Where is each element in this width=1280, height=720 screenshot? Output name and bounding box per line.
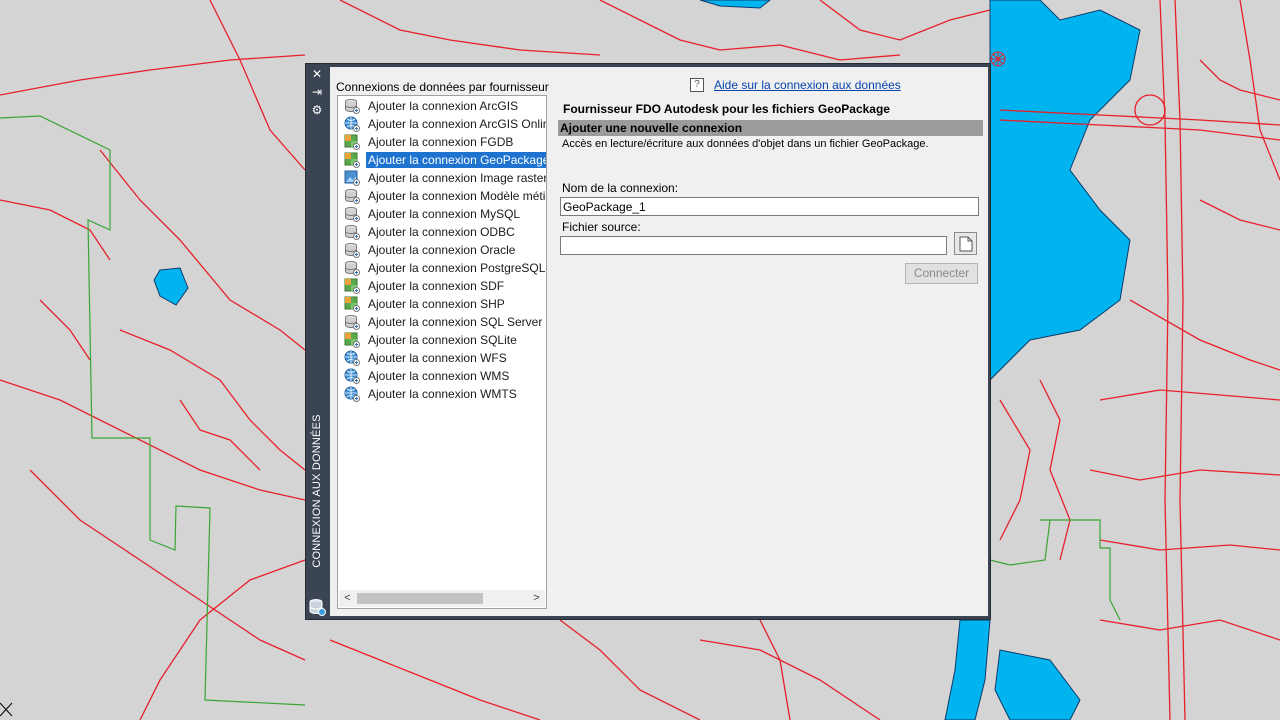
globe-icon — [344, 386, 360, 402]
list-item-label: Ajouter la connexion WMS — [368, 369, 510, 383]
list-item[interactable]: Ajouter la connexion Oracle — [340, 241, 546, 259]
list-item[interactable]: Ajouter la connexion ODBC — [340, 223, 546, 241]
list-item[interactable]: Ajouter la connexion ArcGIS — [340, 97, 546, 115]
list-item[interactable]: Ajouter la connexion GeoPackage — [340, 151, 546, 169]
list-item[interactable]: Ajouter la connexion SQL Server Spatial — [340, 313, 546, 331]
list-item[interactable]: Ajouter la connexion WMTS — [340, 385, 546, 403]
list-item-label: Ajouter la connexion WMTS — [368, 387, 517, 401]
db-server-icon — [345, 189, 360, 204]
browse-file-button[interactable] — [954, 232, 977, 255]
list-item-label: Ajouter la connexion GeoPackage — [366, 152, 546, 168]
section-header: Ajouter une nouvelle connexion — [558, 120, 983, 136]
list-item[interactable]: Ajouter la connexion MySQL — [340, 205, 546, 223]
provider-list-caption: Connexions de données par fournisseur — [336, 80, 549, 94]
help-link[interactable]: Aide sur la connexion aux données — [714, 78, 901, 92]
raster-file-icon — [344, 332, 360, 348]
data-connect-palette: ✕ ⇥ ⚙ CONNEXION AUX DONNÉES Connexions d… — [305, 63, 991, 620]
provider-list[interactable]: Ajouter la connexion ArcGIS Ajouter la co… — [337, 95, 547, 609]
list-item-label: Ajouter la connexion ODBC — [368, 225, 515, 239]
db-server-icon — [345, 99, 360, 114]
palette-title: CONNEXION AUX DONNÉES — [311, 414, 323, 568]
provider-title: Fournisseur FDO Autodesk pour les fichie… — [563, 102, 890, 116]
list-item-label: Ajouter la connexion Oracle — [368, 243, 516, 257]
scroll-right-arrow-icon[interactable]: > — [528, 590, 545, 607]
palette-titlebar[interactable]: ✕ ⇥ ⚙ CONNEXION AUX DONNÉES — [306, 64, 328, 619]
list-item[interactable]: Ajouter la connexion SQLite — [340, 331, 546, 349]
list-item[interactable]: Ajouter la connexion Modèle métier — [340, 187, 546, 205]
autohide-icon[interactable]: ⇥ — [309, 84, 325, 100]
list-item[interactable]: Ajouter la connexion WFS — [340, 349, 546, 367]
list-item-label: Ajouter la connexion SQLite — [368, 333, 517, 347]
db-server-icon — [345, 261, 360, 276]
db-server-icon — [345, 225, 360, 240]
source-file-input[interactable] — [560, 236, 947, 255]
raster-file-icon — [344, 278, 360, 294]
list-item-label: Ajouter la connexion ArcGIS — [368, 99, 519, 113]
list-item-label: Ajouter la connexion MySQL — [368, 207, 521, 221]
db-server-icon — [345, 207, 360, 222]
globe-icon — [344, 368, 360, 384]
raster-file-icon — [344, 134, 360, 150]
globe-icon — [344, 116, 360, 132]
connect-button[interactable]: Connecter — [905, 263, 978, 284]
list-item[interactable]: Ajouter la connexion Image raster — [340, 169, 546, 187]
list-item-label: Ajouter la connexion SDF — [368, 279, 505, 293]
db-server-icon — [345, 243, 360, 258]
globe-icon — [344, 350, 360, 366]
help-row: ? Aide sur la connexion aux données — [690, 77, 901, 92]
file-icon — [959, 236, 973, 252]
list-item-label: Ajouter la connexion Image raster — [368, 171, 546, 185]
provider-list-items: Ajouter la connexion ArcGIS Ajouter la co… — [340, 97, 546, 403]
list-item-label: Ajouter la connexion SHP — [368, 297, 505, 311]
list-item[interactable]: Ajouter la connexion ArcGIS Online — [340, 115, 546, 133]
scroll-left-arrow-icon[interactable]: < — [339, 590, 356, 607]
scrollbar-thumb[interactable] — [357, 593, 483, 604]
list-item-label: Ajouter la connexion SQL Server Spatial — [368, 315, 546, 329]
source-file-label: Fichier source: — [562, 220, 641, 234]
close-icon[interactable]: ✕ — [309, 66, 325, 82]
list-item[interactable]: Ajouter la connexion SHP — [340, 295, 546, 313]
help-icon[interactable]: ? — [690, 77, 704, 92]
raster-file-icon — [344, 296, 360, 312]
list-item[interactable]: Ajouter la connexion PostgreSQL — [340, 259, 546, 277]
connection-name-label: Nom de la connexion: — [562, 181, 679, 195]
connection-name-input[interactable] — [560, 197, 979, 216]
db-server-icon — [345, 315, 360, 330]
database-icon — [309, 599, 326, 616]
horizontal-scrollbar[interactable]: < > — [339, 590, 545, 607]
provider-description: Accès en lecture/écriture aux données d'… — [562, 138, 929, 150]
list-item-label: Ajouter la connexion Modèle métier — [368, 189, 546, 203]
image-raster-icon — [344, 170, 360, 186]
list-item-label: Ajouter la connexion FGDB — [368, 135, 514, 149]
list-item[interactable]: Ajouter la connexion FGDB — [340, 133, 546, 151]
list-item[interactable]: Ajouter la connexion WMS — [340, 367, 546, 385]
list-item-label: Ajouter la connexion PostgreSQL — [368, 261, 546, 275]
section-title: Ajouter une nouvelle connexion — [560, 121, 743, 135]
list-item[interactable]: Ajouter la connexion SDF — [340, 277, 546, 295]
list-item-label: Ajouter la connexion ArcGIS Online — [368, 117, 546, 131]
raster-file-icon — [344, 152, 360, 168]
properties-icon[interactable]: ⚙ — [309, 102, 325, 118]
palette-content: Connexions de données par fournisseur Aj… — [330, 67, 988, 616]
list-item-label: Ajouter la connexion WFS — [368, 351, 507, 365]
